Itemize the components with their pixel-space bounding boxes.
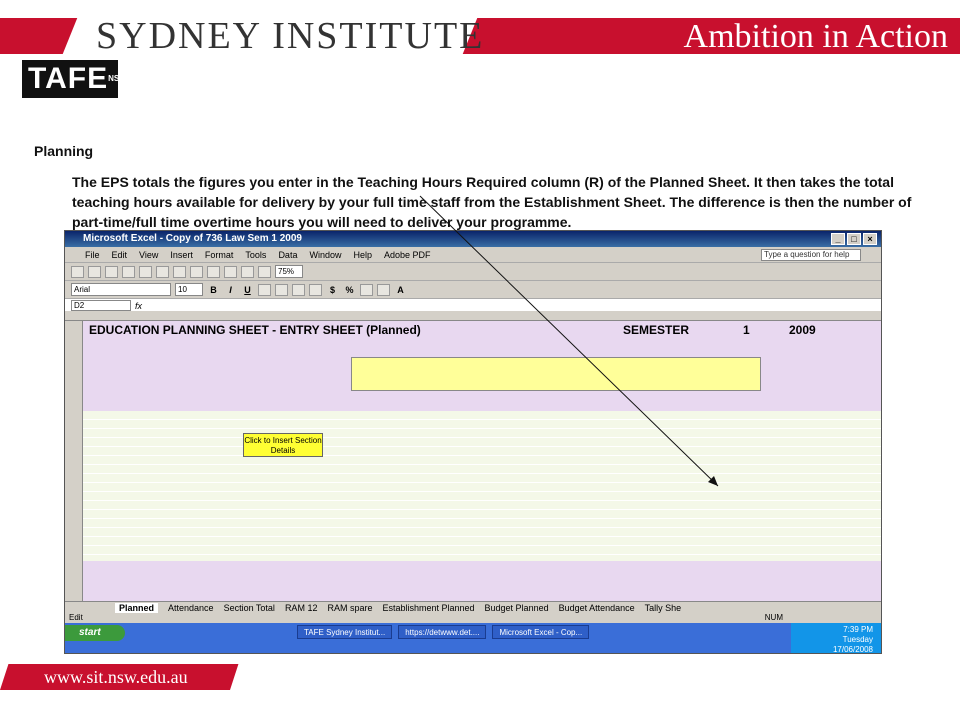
- standard-toolbar: 75%: [65, 263, 881, 281]
- align-left-icon[interactable]: [258, 283, 271, 296]
- tab-section-total[interactable]: Section Total: [224, 603, 275, 613]
- font-color-button[interactable]: A: [394, 285, 407, 295]
- percent-button[interactable]: %: [343, 285, 356, 295]
- column-headers: [65, 311, 881, 321]
- windows-taskbar: start TAFE Sydney Institut... https://de…: [65, 623, 881, 653]
- new-icon[interactable]: [71, 265, 84, 278]
- tab-budget-planned[interactable]: Budget Planned: [485, 603, 549, 613]
- sum-icon[interactable]: [224, 265, 237, 278]
- menu-file[interactable]: File: [85, 250, 100, 260]
- semester-value: 1: [743, 323, 750, 337]
- menu-help[interactable]: Help: [353, 250, 372, 260]
- sheet-title: EDUCATION PLANNING SHEET - ENTRY SHEET (…: [89, 323, 421, 337]
- name-box[interactable]: D2: [71, 300, 131, 311]
- fx-icon[interactable]: fx: [135, 301, 142, 311]
- tab-budget-attendance[interactable]: Budget Attendance: [559, 603, 635, 613]
- menu-view[interactable]: View: [139, 250, 158, 260]
- tab-ram-spare[interactable]: RAM spare: [327, 603, 372, 613]
- body-paragraph: The EPS totals the figures you enter in …: [72, 174, 912, 230]
- fill-color-icon[interactable]: [377, 283, 390, 296]
- undo-icon[interactable]: [190, 265, 203, 278]
- system-clock: 7:39 PM Tuesday 17/06/2008: [791, 623, 881, 653]
- task-excel[interactable]: Microsoft Excel - Cop...: [492, 625, 590, 639]
- spreadsheet-grid[interactable]: EDUCATION PLANNING SHEET - ENTRY SHEET (…: [65, 311, 881, 601]
- paste-icon[interactable]: [173, 265, 186, 278]
- currency-button[interactable]: $: [326, 285, 339, 295]
- year-value: 2009: [789, 323, 816, 337]
- start-button[interactable]: start: [65, 625, 125, 641]
- minimize-icon[interactable]: _: [831, 233, 845, 245]
- save-icon[interactable]: [105, 265, 118, 278]
- borders-icon[interactable]: [360, 283, 373, 296]
- tab-planned[interactable]: Planned: [115, 602, 159, 613]
- align-center-icon[interactable]: [275, 283, 288, 296]
- font-select[interactable]: Arial: [71, 283, 171, 296]
- tab-tally-sheet[interactable]: Tally She: [645, 603, 682, 613]
- align-right-icon[interactable]: [292, 283, 305, 296]
- sheet-tabs: Planned Attendance Section Total RAM 12 …: [65, 601, 881, 613]
- semester-label: SEMESTER: [623, 323, 690, 337]
- help-search-input[interactable]: Type a question for help: [761, 248, 861, 261]
- section-heading: Planning: [34, 143, 94, 159]
- zoom-select[interactable]: 75%: [275, 265, 303, 278]
- menu-window[interactable]: Window: [309, 250, 341, 260]
- menu-bar: File Edit View Insert Format Tools Data …: [65, 247, 881, 263]
- funds-table: [351, 357, 761, 391]
- menu-edit[interactable]: Edit: [112, 250, 128, 260]
- bold-button[interactable]: B: [207, 285, 220, 295]
- cut-icon[interactable]: [139, 265, 152, 278]
- row-numbers: [65, 321, 83, 601]
- menu-adobe-pdf[interactable]: Adobe PDF: [384, 250, 431, 260]
- italic-button[interactable]: I: [224, 285, 237, 295]
- tafe-logo: TAFENSW: [22, 60, 127, 98]
- sheet-content[interactable]: EDUCATION PLANNING SHEET - ENTRY SHEET (…: [83, 321, 881, 601]
- open-icon[interactable]: [88, 265, 101, 278]
- status-num: NUM: [764, 613, 783, 622]
- underline-button[interactable]: U: [241, 285, 254, 295]
- formatting-toolbar: Arial 10 B I U $ % A: [65, 281, 881, 299]
- window-controls: _ □ ×: [831, 233, 877, 245]
- chart-icon[interactable]: [258, 265, 271, 278]
- excel-screenshot: Microsoft Excel - Copy of 736 Law Sem 1 …: [64, 230, 882, 654]
- tab-attendance[interactable]: Attendance: [168, 603, 214, 613]
- menu-data[interactable]: Data: [278, 250, 297, 260]
- status-mode: Edit: [69, 613, 83, 622]
- tab-ram-12[interactable]: RAM 12: [285, 603, 318, 613]
- copy-icon[interactable]: [156, 265, 169, 278]
- maximize-icon[interactable]: □: [847, 233, 861, 245]
- close-icon[interactable]: ×: [863, 233, 877, 245]
- institute-name: SYDNEY INSTITUTE: [96, 15, 485, 57]
- sort-icon[interactable]: [241, 265, 254, 278]
- footer-url[interactable]: www.sit.nsw.edu.au: [44, 667, 188, 688]
- menu-tools[interactable]: Tools: [245, 250, 266, 260]
- menu-insert[interactable]: Insert: [170, 250, 193, 260]
- insert-section-button[interactable]: Click to Insert Section Details: [243, 433, 323, 457]
- status-bar: Edit NUM: [65, 613, 881, 623]
- excel-title-bar: Microsoft Excel - Copy of 736 Law Sem 1 …: [65, 231, 881, 247]
- tagline: Ambition in Action: [683, 18, 948, 55]
- print-icon[interactable]: [122, 265, 135, 278]
- menu-format[interactable]: Format: [205, 250, 234, 260]
- merge-icon[interactable]: [309, 283, 322, 296]
- task-tafe-browser[interactable]: TAFE Sydney Institut...: [297, 625, 393, 639]
- font-size-select[interactable]: 10: [175, 283, 203, 296]
- data-rows[interactable]: [83, 411, 881, 561]
- redo-icon[interactable]: [207, 265, 220, 278]
- tab-establishment-planned[interactable]: Establishment Planned: [382, 603, 474, 613]
- task-detwww-browser[interactable]: https://detwww.det....: [398, 625, 487, 639]
- header-bar: SYDNEY INSTITUTE Ambition in Action TAFE…: [0, 0, 960, 112]
